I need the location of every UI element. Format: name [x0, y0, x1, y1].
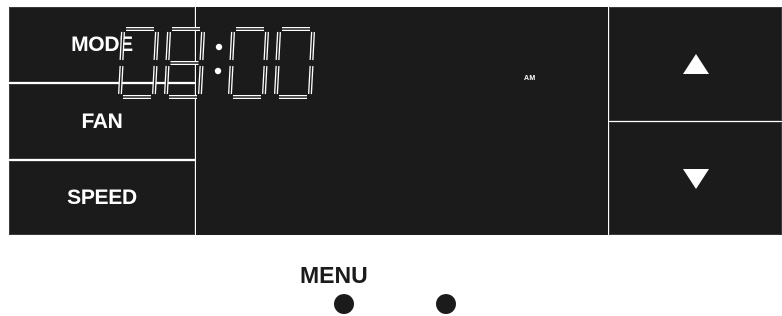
am-pm-indicator: AM	[524, 75, 536, 82]
fan-button-label: FAN	[81, 109, 123, 133]
time-readout: 08:00	[114, 23, 334, 103]
seven-segment-digits	[118, 27, 315, 99]
menu-button-left[interactable]	[334, 294, 354, 314]
triangle-up-icon	[682, 54, 709, 74]
time-digit-0	[118, 27, 159, 99]
up-button[interactable]	[609, 7, 782, 121]
time-colon	[214, 43, 223, 75]
speed-button[interactable]: SPEED	[9, 161, 195, 235]
triangle-down-icon	[682, 168, 709, 189]
time-digit-1	[164, 27, 205, 99]
menu-label: MENU	[300, 262, 368, 288]
speed-button-label: SPEED	[67, 186, 137, 209]
down-button[interactable]	[609, 122, 782, 235]
time-digit-3	[274, 27, 315, 99]
menu-button-right[interactable]	[436, 294, 456, 314]
time-digit-2	[228, 27, 269, 99]
